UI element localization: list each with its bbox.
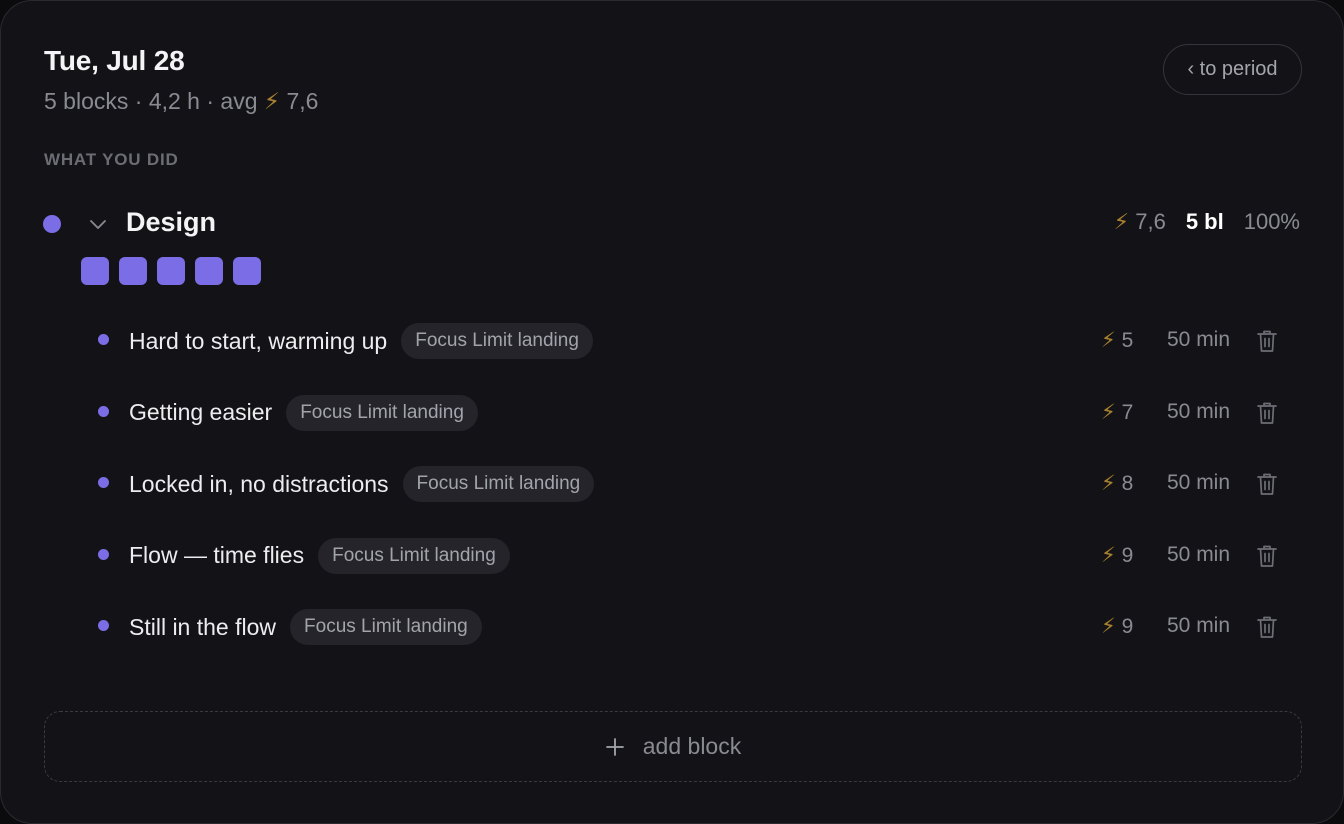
plus-icon bbox=[605, 737, 624, 756]
block-square bbox=[195, 257, 223, 285]
block-score-value: 9 bbox=[1121, 615, 1134, 638]
block-main: Still in the flow Focus Limit landing bbox=[129, 609, 482, 645]
lightning-bolt-icon: ⚡ bbox=[263, 88, 281, 114]
block-label[interactable]: Flow — time flies bbox=[129, 542, 304, 569]
block-square bbox=[233, 257, 261, 285]
block-squares bbox=[81, 257, 261, 285]
lightning-bolt-icon: ⚡ bbox=[1101, 543, 1116, 567]
lightning-bolt-icon: ⚡ bbox=[1101, 329, 1116, 352]
block-duration: 50 min bbox=[1167, 614, 1231, 637]
block-main: Hard to start, warming up Focus Limit la… bbox=[129, 323, 593, 359]
project-tag[interactable]: Focus Limit landing bbox=[402, 466, 595, 502]
block-dot bbox=[98, 620, 109, 631]
page-title: Tue, Jul 28 bbox=[44, 45, 185, 76]
block-duration: 50 min bbox=[1167, 399, 1231, 423]
to-period-button[interactable]: ‹ to period bbox=[1163, 44, 1302, 95]
day-detail-card: Tue, Jul 28 5 blocks · 4,2 h · avg ⚡ 7,6… bbox=[0, 0, 1344, 824]
trash-icon[interactable] bbox=[1256, 544, 1278, 568]
category-stats: ⚡ 7,6 5 bl 100% bbox=[1114, 209, 1300, 235]
block-row[interactable]: Getting easier Focus Limit landing ⚡ 7 5… bbox=[1, 393, 1344, 433]
block-main: Flow — time flies Focus Limit landing bbox=[129, 537, 510, 574]
category-block-count: 5 bl bbox=[1185, 209, 1224, 234]
add-block-button[interactable]: add block bbox=[44, 711, 1302, 782]
project-tag[interactable]: Focus Limit landing bbox=[290, 609, 482, 645]
block-score: ⚡ 5 bbox=[1101, 328, 1133, 353]
lightning-bolt-icon: ⚡ bbox=[1101, 615, 1116, 638]
category-avg-score: 7,6 bbox=[1135, 209, 1166, 234]
block-score: ⚡ 8 bbox=[1101, 471, 1133, 496]
block-score: ⚡ 9 bbox=[1101, 614, 1133, 639]
block-row[interactable]: Still in the flow Focus Limit landing ⚡ … bbox=[1, 607, 1344, 647]
lightning-bolt-icon: ⚡ bbox=[1101, 400, 1116, 424]
block-dot bbox=[98, 477, 109, 488]
block-label[interactable]: Hard to start, warming up bbox=[129, 328, 387, 355]
summary-avg: 7,6 bbox=[286, 88, 319, 114]
block-duration: 50 min bbox=[1167, 471, 1231, 494]
block-row[interactable]: Locked in, no distractions Focus Limit l… bbox=[1, 464, 1344, 504]
block-score-value: 5 bbox=[1121, 329, 1134, 352]
block-score-value: 7 bbox=[1121, 400, 1134, 424]
block-label[interactable]: Locked in, no distractions bbox=[129, 471, 389, 498]
block-score-value: 9 bbox=[1121, 543, 1134, 567]
project-tag[interactable]: Focus Limit landing bbox=[286, 394, 478, 431]
block-square bbox=[119, 257, 147, 285]
block-row[interactable]: Hard to start, warming up Focus Limit la… bbox=[1, 321, 1344, 361]
block-duration: 50 min bbox=[1167, 542, 1231, 566]
block-score: ⚡ 9 bbox=[1101, 543, 1133, 568]
category-percent: 100% bbox=[1243, 209, 1300, 234]
block-score: ⚡ 7 bbox=[1101, 400, 1133, 425]
block-duration: 50 min bbox=[1167, 328, 1231, 351]
category-score: ⚡ 7,6 bbox=[1114, 209, 1166, 235]
section-label: WHAT YOU DID bbox=[44, 150, 179, 169]
block-square bbox=[157, 257, 185, 285]
summary-text: 5 blocks · 4,2 h · avg bbox=[44, 88, 258, 114]
block-label[interactable]: Getting easier bbox=[129, 399, 272, 426]
trash-icon[interactable] bbox=[1256, 472, 1278, 496]
add-block-label: add block bbox=[642, 733, 742, 759]
block-main: Locked in, no distractions Focus Limit l… bbox=[129, 466, 595, 502]
block-main: Getting easier Focus Limit landing bbox=[129, 394, 478, 431]
category-name[interactable]: Design bbox=[126, 207, 216, 238]
project-tag[interactable]: Focus Limit landing bbox=[318, 537, 510, 574]
block-label[interactable]: Still in the flow bbox=[129, 614, 276, 641]
category-color-dot bbox=[43, 215, 61, 233]
project-tag[interactable]: Focus Limit landing bbox=[401, 323, 593, 359]
trash-icon[interactable] bbox=[1256, 329, 1278, 353]
block-dot bbox=[98, 405, 109, 417]
block-dot bbox=[98, 548, 109, 560]
block-row[interactable]: Flow — time flies Focus Limit landing ⚡ … bbox=[1, 536, 1344, 576]
block-square bbox=[81, 257, 109, 285]
lightning-bolt-icon: ⚡ bbox=[1113, 209, 1130, 234]
chevron-down-icon[interactable] bbox=[87, 213, 109, 235]
block-dot bbox=[98, 334, 109, 345]
lightning-bolt-icon: ⚡ bbox=[1101, 472, 1116, 495]
block-score-value: 8 bbox=[1121, 472, 1134, 495]
day-summary: 5 blocks · 4,2 h · avg ⚡ 7,6 bbox=[44, 88, 318, 115]
trash-icon[interactable] bbox=[1256, 615, 1278, 639]
trash-icon[interactable] bbox=[1256, 401, 1278, 425]
